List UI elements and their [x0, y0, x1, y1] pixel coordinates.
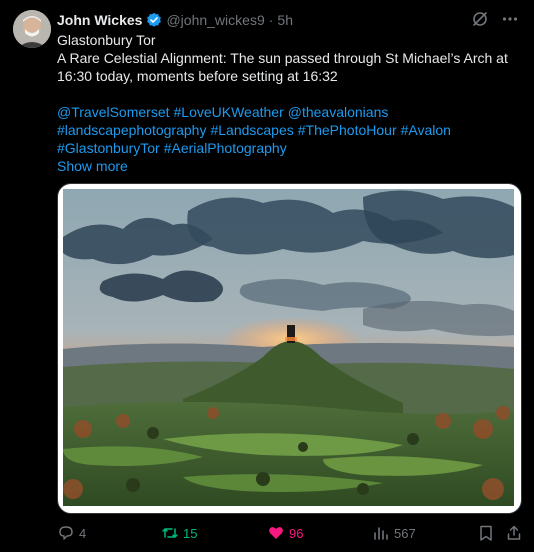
hashtag-link[interactable]: #ThePhotoHour — [298, 122, 397, 138]
tweet-actions: 4 15 96 567 — [57, 522, 521, 544]
share-button[interactable] — [505, 524, 523, 542]
tweet-text-line: A Rare Celestial Alignment: The sun pass… — [57, 50, 508, 66]
views-count: 567 — [394, 525, 416, 541]
grok-icon[interactable] — [470, 9, 490, 29]
top-actions — [470, 9, 520, 29]
share-icon — [507, 525, 521, 540]
bookmark-icon — [480, 525, 492, 541]
retweet-icon — [162, 528, 178, 538]
views-button[interactable]: 567 — [372, 524, 416, 542]
show-more-link[interactable]: Show more — [57, 157, 128, 175]
like-button[interactable]: 96 — [267, 524, 303, 542]
tweet-title-line: Glastonbury Tor — [57, 32, 156, 48]
reply-button[interactable]: 4 — [57, 524, 86, 542]
tweet-text-line: 16:30 today, moments before setting at 1… — [57, 68, 338, 84]
hashtag-link[interactable]: #AerialPhotography — [164, 140, 287, 156]
avatar[interactable] — [13, 10, 51, 48]
header-separator: · — [268, 12, 274, 28]
retweet-button[interactable]: 15 — [161, 524, 197, 542]
hashtag-link[interactable]: #LoveUKWeather — [174, 104, 284, 120]
more-icon[interactable] — [500, 9, 520, 29]
tweet-timestamp[interactable]: 5h — [277, 12, 293, 28]
like-count: 96 — [289, 525, 304, 541]
tweet-media[interactable] — [57, 183, 522, 514]
views-icon — [374, 527, 388, 540]
verified-badge-icon — [146, 12, 162, 28]
reply-count: 4 — [79, 525, 87, 541]
reply-icon — [59, 526, 73, 540]
author-name[interactable]: John Wickes — [57, 12, 142, 28]
bookmark-button[interactable] — [477, 524, 495, 542]
hashtag-link[interactable]: #landscapephotography — [57, 122, 206, 138]
heart-icon — [269, 527, 283, 539]
hashtag-link[interactable]: #GlastonburyTor — [57, 140, 160, 156]
author-handle[interactable]: @john_wickes9 — [166, 12, 264, 28]
tweet-text: Glastonbury Tor A Rare Celestial Alignme… — [57, 31, 519, 175]
mention-link[interactable]: @theavalonians — [288, 104, 389, 120]
hashtag-line: #GlastonburyTor #AerialPhotography — [57, 139, 519, 157]
landscape-photo[interactable] — [63, 189, 514, 506]
tweet-header: John Wickes @john_wickes9 · 5h — [57, 11, 293, 29]
hashtag-line: #landscapephotography #Landscapes #ThePhot… — [57, 121, 519, 139]
hashtag-line: @TravelSomerset #LoveUKWeather @theavaloni… — [57, 103, 519, 121]
tweet: John Wickes @john_wickes9 · 5h Glastonbu… — [0, 0, 534, 552]
mention-link[interactable]: @TravelSomerset — [57, 104, 170, 120]
hashtag-link[interactable]: #Avalon — [401, 122, 451, 138]
retweet-count: 15 — [183, 525, 198, 541]
hashtag-link[interactable]: #Landscapes — [210, 122, 293, 138]
